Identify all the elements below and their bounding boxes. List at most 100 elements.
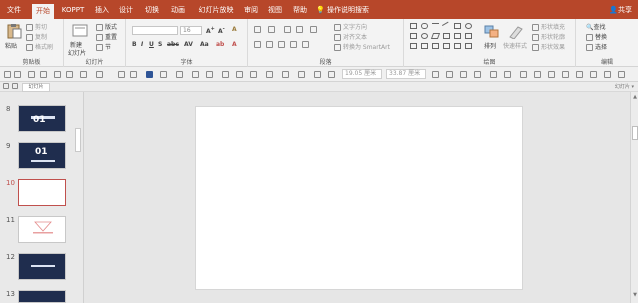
slide-thumb-10[interactable] (18, 179, 66, 206)
shape-more-icon[interactable] (465, 43, 472, 49)
toolbar-icon-23[interactable] (328, 71, 335, 78)
fill-color-icon[interactable] (146, 71, 153, 78)
spacing-icon[interactable]: AV (184, 41, 193, 48)
decrease-indent-icon[interactable] (284, 26, 291, 33)
toolbar-icon-28[interactable] (490, 71, 497, 78)
strip-icon-2[interactable] (12, 83, 18, 89)
slide-thumb-8[interactable]: 01 (18, 105, 66, 132)
shape-arrow-icon[interactable] (443, 33, 450, 39)
cut-button[interactable]: 剪切 (26, 22, 47, 31)
toolbar-icon-6[interactable] (66, 71, 73, 78)
toolbar-icon-15[interactable] (206, 71, 213, 78)
highlight-icon[interactable]: ab (216, 41, 224, 48)
arrange-button[interactable]: 排列 (484, 41, 496, 50)
scroll-up-icon[interactable]: ▲ (632, 94, 638, 100)
shape-rect-icon[interactable] (410, 23, 417, 29)
shape-parallelogram-icon[interactable] (430, 33, 441, 39)
toolbar-icon-36[interactable] (604, 71, 611, 78)
toolbar-icon-21[interactable] (298, 71, 305, 78)
tab-home[interactable]: 开始 (32, 4, 54, 19)
tab-transitions[interactable]: 切换 (142, 3, 162, 17)
shape-curve-icon[interactable] (432, 43, 439, 49)
toolbar-icon-19[interactable] (266, 71, 273, 78)
document-tab[interactable]: 幻灯片 (22, 83, 50, 92)
toolbar-icon-10[interactable] (130, 71, 137, 78)
font-family-combo[interactable] (132, 26, 178, 35)
scrollbar-thumb[interactable] (632, 126, 638, 140)
toolbar-icon-30[interactable] (520, 71, 527, 78)
grow-font-icon[interactable]: A+ (206, 26, 215, 35)
increase-indent-icon[interactable] (296, 26, 303, 33)
tab-design[interactable]: 设计 (116, 3, 136, 17)
toolbar-icon-1[interactable] (4, 71, 11, 78)
layout-button[interactable]: 版式 (96, 22, 117, 31)
shape-star-icon[interactable] (443, 43, 450, 49)
paste-icon[interactable] (6, 23, 22, 39)
shape-outline-button[interactable]: 形状轮廓 (532, 32, 565, 41)
quick-styles-icon[interactable] (508, 25, 524, 41)
toolbar-icon-7[interactable] (80, 71, 87, 78)
toolbar-icon-37[interactable] (618, 71, 625, 78)
font-color-icon[interactable]: A (232, 41, 237, 48)
slide-thumb-13[interactable] (18, 290, 66, 303)
find-button[interactable]: 🔍查找 (586, 22, 606, 31)
slide-thumb-9[interactable]: 01 (18, 142, 66, 169)
toolbar-icon-34[interactable] (576, 71, 583, 78)
replace-button[interactable]: 替换 (586, 32, 607, 41)
text-direction-button[interactable]: 文字方向 (334, 22, 367, 31)
tab-animations[interactable]: 动画 (168, 3, 188, 17)
case-icon[interactable]: Aa (200, 41, 209, 48)
toolbar-icon-2[interactable] (14, 71, 21, 78)
slide-thumb-12[interactable] (18, 253, 66, 280)
shape-pentagon-icon[interactable] (454, 33, 461, 39)
reset-button[interactable]: 重置 (96, 32, 117, 41)
format-painter-button[interactable]: 格式刷 (26, 42, 53, 51)
scroll-down-icon[interactable]: ▼ (632, 292, 638, 298)
paste-button[interactable]: 粘贴 (5, 41, 17, 50)
toolbar-icon-35[interactable] (590, 71, 597, 78)
shape-diag-icon[interactable] (441, 21, 452, 31)
tab-help[interactable]: 帮助 (290, 3, 310, 17)
shape-oval-icon[interactable] (465, 23, 472, 29)
toolbar-icon-24[interactable] (432, 71, 439, 78)
vertical-scrollbar[interactable]: ▲ ▼ (630, 92, 638, 303)
current-slide-canvas[interactable] (195, 106, 523, 290)
toolbar-icon-16[interactable] (222, 71, 229, 78)
slide-thumb-11[interactable] (18, 216, 66, 243)
shape-triangle-icon[interactable] (410, 43, 417, 49)
toolbar-icon-13[interactable] (176, 71, 183, 78)
align-text-button[interactable]: 对齐文本 (334, 32, 367, 41)
strikethrough-icon[interactable]: abc (167, 41, 179, 48)
toolbar-icon-27[interactable] (474, 71, 481, 78)
new-slide-label-2[interactable]: 幻灯片 (68, 48, 86, 57)
shape-square-icon[interactable] (410, 33, 417, 39)
shadow-icon[interactable]: S (158, 41, 162, 48)
align-right-icon[interactable] (278, 41, 285, 48)
numbering-icon[interactable] (268, 26, 275, 33)
toolbar-icon-12[interactable] (160, 71, 167, 78)
toolbar-icon-31[interactable] (534, 71, 541, 78)
arrange-icon[interactable] (484, 25, 500, 41)
select-button[interactable]: 选择 (586, 42, 607, 51)
toolbar-icon-9[interactable] (118, 71, 125, 78)
tab-insert[interactable]: 插入 (92, 3, 112, 17)
height-field[interactable]: 33.87 厘米 (386, 69, 426, 79)
shrink-font-icon[interactable]: A- (218, 26, 225, 35)
toolbar-icon-4[interactable] (40, 71, 47, 78)
toolbar-icon-25[interactable] (446, 71, 453, 78)
toolbar-icon-33[interactable] (562, 71, 569, 78)
toolbar-icon-3[interactable] (28, 71, 35, 78)
section-button[interactable]: 节 (96, 42, 111, 51)
shape-rounded-icon[interactable] (421, 23, 428, 29)
toolbar-icon-8[interactable] (96, 71, 103, 78)
strip-icon-1[interactable] (3, 83, 9, 89)
tell-me-search[interactable]: 💡 操作说明搜索 (316, 3, 369, 17)
tab-view[interactable]: 视图 (265, 3, 285, 17)
thumbnail-scrollbar[interactable] (75, 128, 81, 152)
copy-button[interactable]: 复制 (26, 32, 47, 41)
shape-bent-icon[interactable] (421, 43, 428, 49)
toolbar-icon-14[interactable] (192, 71, 199, 78)
toolbar-icon-18[interactable] (250, 71, 257, 78)
columns-icon[interactable] (302, 41, 309, 48)
shape-circle-icon[interactable] (421, 33, 428, 39)
